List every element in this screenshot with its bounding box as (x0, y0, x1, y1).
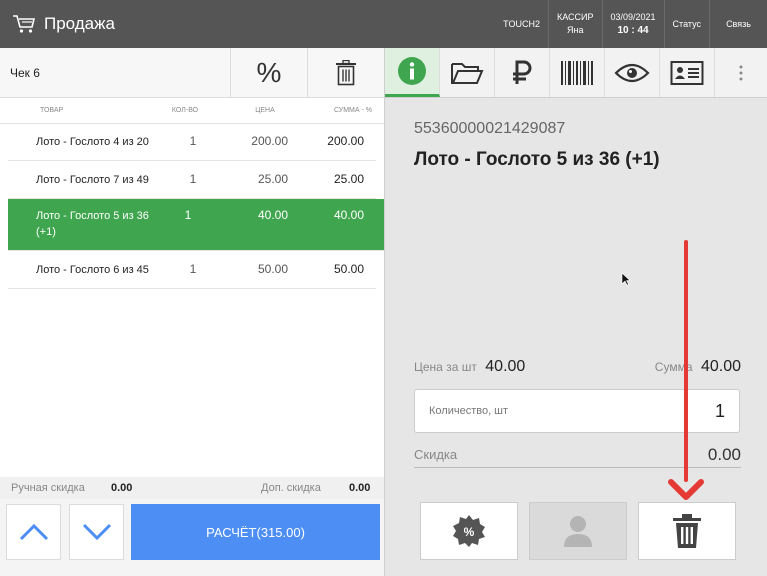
extra-discount-label: Доп. скидка (261, 482, 321, 494)
datetime: 03/09/2021 10 : 44 (601, 0, 664, 48)
eye-icon (614, 63, 650, 82)
product-detail-panel: 55360000021429087 Лото - Гослото 5 из 36… (384, 48, 767, 576)
person-icon (564, 516, 592, 547)
discount-bar: Ручная скидка 0.00 Доп. скидка 0.00 (0, 477, 384, 499)
cart-icon (13, 15, 36, 33)
discount-badge-icon: % (453, 515, 485, 547)
manual-discount-value: 0.00 (111, 482, 133, 494)
receipt-label: Чек 6 (10, 65, 40, 80)
receipt-actions: РАСЧЁТ(315.00) (0, 499, 384, 576)
scroll-down-button[interactable] (69, 504, 124, 560)
table-row[interactable]: Лото - Гослото 6 из 45 1 50.00 50.00 (8, 251, 376, 289)
table-row[interactable]: Лото - Гослото 7 из 49 1 25.00 25.00 (8, 161, 376, 199)
page-title: Продажа (44, 14, 115, 33)
assign-seller-button[interactable] (529, 502, 627, 560)
clear-receipt-button[interactable] (307, 48, 384, 97)
tab-info[interactable] (385, 48, 440, 97)
quantity-field[interactable]: Количество, шт 1 (414, 389, 740, 433)
quantity-label: Количество, шт (429, 405, 509, 417)
row-sum: 200.00 (327, 134, 364, 148)
tab-folder[interactable] (440, 48, 495, 97)
price-line: Цена за шт 40.00 Сумма 40.00 (414, 358, 741, 376)
sum-label: Сумма (654, 360, 693, 374)
connection-button[interactable]: Связь (709, 0, 767, 48)
detail-toolbar (385, 48, 767, 98)
receipt-panel: Чек 6 % ТОВАР КОЛ-ВО ЦЕНА СУММА - % Лото… (0, 48, 396, 576)
info-icon (398, 57, 426, 85)
percent-icon: % (256, 56, 282, 88)
tab-payment[interactable] (495, 48, 550, 97)
trash-icon (673, 514, 701, 548)
row-qty: 1 (189, 172, 197, 186)
more-menu-button[interactable] (715, 48, 767, 97)
column-header-sum: СУММА - % (333, 107, 372, 114)
extra-discount-value: 0.00 (349, 482, 371, 494)
trash-icon (336, 59, 356, 85)
time: 10 : 44 (617, 25, 649, 36)
discount-label: Скидка (414, 447, 458, 462)
svg-text:%: % (464, 525, 475, 539)
table-header: ТОВАР КОЛ-ВО ЦЕНА СУММА - % (0, 98, 384, 124)
chevron-up-icon (19, 523, 48, 541)
cashier-label: КАССИР (556, 12, 594, 22)
discount-line: Скидка 0.00 (414, 442, 741, 468)
product-barcode: 55360000021429087 (414, 120, 566, 137)
unit-price-value: 40.00 (485, 358, 526, 375)
more-vertical-icon (739, 65, 743, 80)
row-product-name: Лото - Гослото 5 из 36 (+1) (36, 210, 149, 238)
table-row-selected[interactable]: Лото - Гослото 5 из 36 (+1) 1 40.00 40.0… (8, 199, 396, 251)
column-header-price: ЦЕНА (255, 107, 275, 114)
discount-percent-button[interactable]: % (230, 48, 307, 97)
table-row[interactable]: Лото - Гослото 4 из 20 1 200.00 200.00 (8, 124, 376, 161)
row-qty: 1 (189, 262, 197, 276)
quantity-value: 1 (714, 400, 725, 421)
product-title: Лото - Гослото 5 из 36 (+1) (414, 149, 660, 170)
row-qty: 1 (184, 208, 192, 222)
delete-item-button[interactable] (638, 502, 736, 560)
id-card-icon (670, 60, 704, 85)
unit-price-label: Цена за шт (414, 360, 477, 374)
item-discount-button[interactable]: % (420, 502, 518, 560)
sum-value: 40.00 (700, 358, 741, 375)
chevron-down-icon (82, 523, 111, 541)
column-header-qty: КОЛ-ВО (171, 107, 199, 114)
receipt-header: Чек 6 % (0, 48, 384, 98)
cashier-info[interactable]: КАССИР Яна (547, 0, 602, 48)
row-qty: 1 (189, 134, 197, 148)
receipt-rows: Лото - Гослото 4 из 20 1 200.00 200.00 Л… (0, 124, 396, 289)
status-button[interactable]: Статус (663, 0, 709, 48)
column-header-product: ТОВАР (40, 107, 64, 114)
tab-client-card[interactable] (660, 48, 715, 97)
scroll-up-button[interactable] (6, 504, 61, 560)
row-sum: 40.00 (333, 208, 364, 222)
row-price: 50.00 (257, 262, 288, 276)
row-product-name: Лото - Гослото 6 из 45 (36, 264, 149, 276)
row-sum: 50.00 (333, 262, 364, 276)
folder-icon (451, 62, 484, 84)
row-sum: 25.00 (333, 172, 364, 186)
row-price: 40.00 (257, 208, 288, 222)
tab-view[interactable] (605, 48, 660, 97)
payment-button[interactable]: РАСЧЁТ(315.00) (131, 504, 380, 560)
terminal-name: TOUCH2 (503, 18, 540, 29)
discount-value: 0.00 (707, 444, 741, 464)
top-bar: Продажа TOUCH2 КАССИР Яна 03/09/2021 10 … (0, 0, 767, 48)
barcode-icon (561, 60, 593, 85)
tab-barcode[interactable] (550, 48, 605, 97)
cashier-name: Яна (566, 25, 584, 35)
row-price: 25.00 (257, 172, 288, 186)
ruble-icon (513, 60, 532, 84)
row-product-name: Лото - Гослото 7 из 49 (36, 174, 149, 186)
row-price: 200.00 (251, 134, 288, 148)
date: 03/09/2021 (610, 12, 656, 22)
row-product-name: Лото - Гослото 4 из 20 (36, 136, 149, 148)
mouse-cursor-icon (621, 272, 631, 286)
manual-discount-label: Ручная скидка (11, 482, 85, 494)
